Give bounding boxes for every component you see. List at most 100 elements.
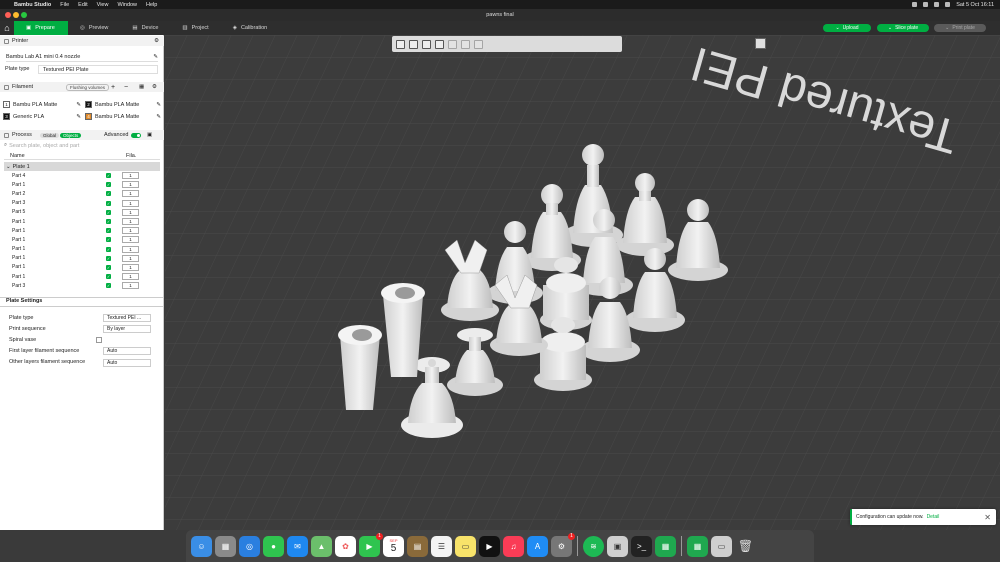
add-filament-icon[interactable]: +: [111, 84, 115, 91]
edit-icon[interactable]: ✎: [153, 54, 158, 60]
tv-icon[interactable]: ▶: [479, 535, 500, 557]
compare-icon[interactable]: ▣: [147, 132, 152, 138]
visible-checkbox[interactable]: ✓: [106, 283, 111, 289]
first-layer-sequence-dropdown[interactable]: Auto: [103, 347, 151, 355]
finder-icon[interactable]: ☺: [191, 535, 212, 557]
edit-icon[interactable]: ✎: [156, 114, 161, 120]
object-list-item[interactable]: Part 1 ✓ 1: [4, 272, 160, 281]
control-center-icon[interactable]: [945, 2, 951, 7]
filament-index-field[interactable]: 1: [122, 282, 139, 290]
terminal-icon[interactable]: >_: [631, 535, 652, 557]
mail-icon[interactable]: ✉: [287, 535, 308, 557]
object-list-item[interactable]: Part 1 ✓ 1: [4, 235, 160, 244]
notes-icon[interactable]: ▭: [455, 535, 476, 557]
object-list-item[interactable]: Part 3 ✓ 1: [4, 199, 160, 208]
menu-app-name[interactable]: Bambu Studio: [14, 2, 51, 8]
tab-preview[interactable]: ◎ Preview: [68, 21, 120, 35]
visible-checkbox[interactable]: ✓: [106, 237, 111, 243]
3d-viewport[interactable]: Textured PEI: [165, 35, 1000, 530]
filament-index-field[interactable]: 1: [122, 263, 139, 271]
zoom-window-button[interactable]: [21, 12, 27, 18]
filament-sync-icon[interactable]: ▦: [139, 84, 144, 90]
edit-icon[interactable]: ✎: [156, 102, 161, 108]
visible-checkbox[interactable]: ✓: [106, 228, 111, 234]
visible-checkbox[interactable]: ✓: [106, 274, 111, 280]
clock[interactable]: Sat 5 Oct 16:11: [956, 2, 994, 8]
edit-icon[interactable]: ✎: [76, 114, 81, 120]
tab-prepare[interactable]: ▣ Prepare: [14, 21, 68, 35]
safari-icon[interactable]: ◎: [239, 535, 260, 557]
edit-icon[interactable]: ✎: [76, 102, 81, 108]
filament-index-field[interactable]: 1: [122, 208, 139, 216]
object-list-item[interactable]: Part 3 ✓ 1: [4, 281, 160, 290]
objects-toggle[interactable]: Objects: [60, 132, 82, 138]
filament-index-field[interactable]: 1: [122, 199, 139, 207]
filament-color-swatch[interactable]: 4: [85, 113, 92, 120]
scale-icon[interactable]: [474, 39, 483, 49]
flushing-volumes-button[interactable]: Flushing volumes: [66, 83, 110, 91]
collapse-icon[interactable]: ⌄: [6, 164, 11, 170]
layers-view-icon[interactable]: [755, 38, 766, 49]
plate-row[interactable]: ⌄ Plate 1: [4, 162, 160, 171]
slice-plate-button[interactable]: ⌄ Slice plate: [877, 24, 929, 32]
filament-color-swatch[interactable]: 2: [85, 101, 92, 108]
object-list-item[interactable]: Part 1 ✓ 1: [4, 180, 160, 189]
launchpad-icon[interactable]: ▦: [215, 535, 236, 557]
build-plate-scene[interactable]: Textured PEI: [165, 35, 1000, 530]
appstore-icon[interactable]: A: [527, 535, 548, 557]
filament-index-field[interactable]: 1: [122, 190, 139, 198]
photos-icon[interactable]: ✿: [335, 535, 356, 557]
close-window-button[interactable]: [5, 12, 11, 18]
move-icon[interactable]: [448, 39, 457, 49]
wifi-icon[interactable]: [923, 2, 929, 7]
orient-icon[interactable]: [422, 39, 431, 49]
filament-slot-3[interactable]: 3 Generic PLA ✎: [3, 113, 81, 120]
object-list-item[interactable]: Part 1 ✓ 1: [4, 263, 160, 272]
tab-device[interactable]: ▤ Device: [120, 21, 170, 35]
filament-index-field[interactable]: 1: [122, 245, 139, 253]
printer-settings-icon[interactable]: ⚙: [154, 38, 159, 44]
filament-slot-1[interactable]: 1 Bambu PLA Matte ✎: [3, 101, 81, 108]
preview-icon[interactable]: ▣: [607, 535, 628, 557]
numbers-icon[interactable]: ▦: [655, 535, 676, 557]
finder-doc-icon[interactable]: ▭: [711, 535, 732, 557]
global-toggle[interactable]: Global: [40, 132, 60, 138]
plate-type-select[interactable]: Textured PEI Plate: [38, 65, 158, 74]
object-list-item[interactable]: Part 5 ✓ 1: [4, 208, 160, 217]
filament-settings-icon[interactable]: ⚙: [152, 84, 157, 90]
filament-index-field[interactable]: 1: [122, 218, 139, 226]
filament-slot-4[interactable]: 4 Bambu PLA Matte ✎: [85, 113, 161, 120]
minimize-window-button[interactable]: [13, 12, 19, 18]
filament-index-field[interactable]: 1: [122, 254, 139, 262]
object-list-item[interactable]: Part 1 ✓ 1: [4, 245, 160, 254]
visible-checkbox[interactable]: ✓: [106, 255, 111, 261]
spotify-icon[interactable]: ≋: [583, 535, 604, 557]
object-search-input[interactable]: ⌕ Search plate, object and part: [4, 142, 160, 149]
spiral-vase-checkbox[interactable]: [96, 337, 102, 343]
visible-checkbox[interactable]: ✓: [106, 209, 111, 215]
split-icon[interactable]: [435, 39, 444, 49]
visible-checkbox[interactable]: ✓: [106, 182, 111, 188]
menu-view[interactable]: View: [97, 2, 109, 8]
remove-filament-icon[interactable]: −: [124, 84, 128, 91]
object-list-item[interactable]: Part 1 ✓ 1: [4, 217, 160, 226]
visible-checkbox[interactable]: ✓: [106, 191, 111, 197]
menu-file[interactable]: File: [60, 2, 69, 8]
object-list-item[interactable]: Part 2 ✓ 1: [4, 189, 160, 198]
notes-app-icon[interactable]: ▤: [407, 535, 428, 557]
tab-calibration[interactable]: ◈ Calibration: [221, 21, 280, 35]
reminders-icon[interactable]: ☰: [431, 535, 452, 557]
filament-index-field[interactable]: 1: [122, 273, 139, 281]
printer-select[interactable]: Bambu Lab A1 mini 0.4 nozzle ✎: [6, 53, 158, 62]
home-icon[interactable]: ⌂: [0, 21, 14, 35]
arrange-icon[interactable]: [409, 39, 418, 49]
plate-type-dropdown[interactable]: Textured PEI ...: [103, 314, 151, 322]
object-list-item[interactable]: Part 1 ✓ 1: [4, 226, 160, 235]
filament-index-field[interactable]: 1: [122, 172, 139, 180]
messages-icon[interactable]: ●: [263, 535, 284, 557]
visible-checkbox[interactable]: ✓: [106, 173, 111, 179]
filament-index-field[interactable]: 1: [122, 236, 139, 244]
menu-edit[interactable]: Edit: [78, 2, 87, 8]
upload-button[interactable]: ⌄ Upload: [823, 24, 871, 32]
filament-color-swatch[interactable]: 3: [3, 113, 10, 120]
